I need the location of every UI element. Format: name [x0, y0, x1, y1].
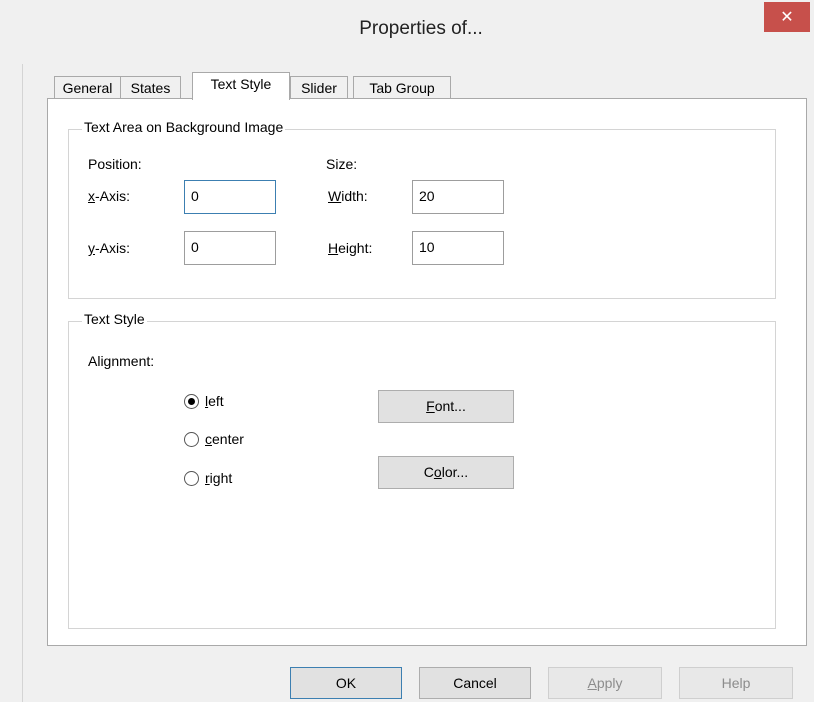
tab-general[interactable]: General — [54, 76, 121, 99]
height-label: Height: — [328, 240, 373, 256]
y-axis-input[interactable]: 0 — [184, 231, 276, 265]
text-style-legend: Text Style — [82, 311, 147, 327]
tab-panel-text-style: Text Area on Background Image Position: … — [47, 98, 807, 646]
tab-text-style[interactable]: Text Style — [192, 72, 290, 100]
width-label: Width: — [328, 188, 368, 204]
x-axis-label: x-Axis: — [88, 188, 130, 204]
x-axis-input[interactable]: 0 — [184, 180, 276, 214]
close-icon: ✕ — [780, 9, 794, 26]
align-right-radio[interactable] — [184, 471, 199, 486]
align-center-label: center — [205, 431, 244, 447]
tab-states[interactable]: States — [120, 76, 181, 99]
height-input[interactable]: 10 — [412, 231, 504, 265]
tab-tab-group[interactable]: Tab Group — [353, 76, 451, 99]
apply-button[interactable]: Apply — [548, 667, 662, 699]
align-left-radio[interactable] — [184, 394, 199, 409]
ok-button[interactable]: OK — [290, 667, 402, 699]
properties-dialog: Properties of... ✕ General States Text S… — [0, 0, 814, 702]
help-button[interactable]: Help — [679, 667, 793, 699]
color-button[interactable]: Color... — [378, 456, 514, 489]
cancel-button[interactable]: Cancel — [419, 667, 531, 699]
window-title: Properties of... — [359, 18, 483, 39]
font-button[interactable]: Font... — [378, 390, 514, 423]
tab-slider[interactable]: Slider — [290, 76, 348, 99]
text-area-legend: Text Area on Background Image — [82, 119, 286, 135]
size-label: Size: — [326, 156, 358, 172]
align-center-radio[interactable] — [184, 432, 199, 447]
align-left-label: left — [205, 393, 224, 409]
text-area-group — [68, 129, 776, 299]
window-edge — [0, 0, 23, 702]
position-label: Position: — [88, 156, 142, 172]
close-button[interactable]: ✕ — [764, 2, 810, 32]
title-bar[interactable]: Properties of... ✕ — [0, 0, 814, 64]
width-input[interactable]: 20 — [412, 180, 504, 214]
align-right-label: right — [205, 470, 233, 486]
y-axis-label: y-Axis: — [88, 240, 130, 256]
alignment-label: Alignment: — [88, 353, 155, 369]
